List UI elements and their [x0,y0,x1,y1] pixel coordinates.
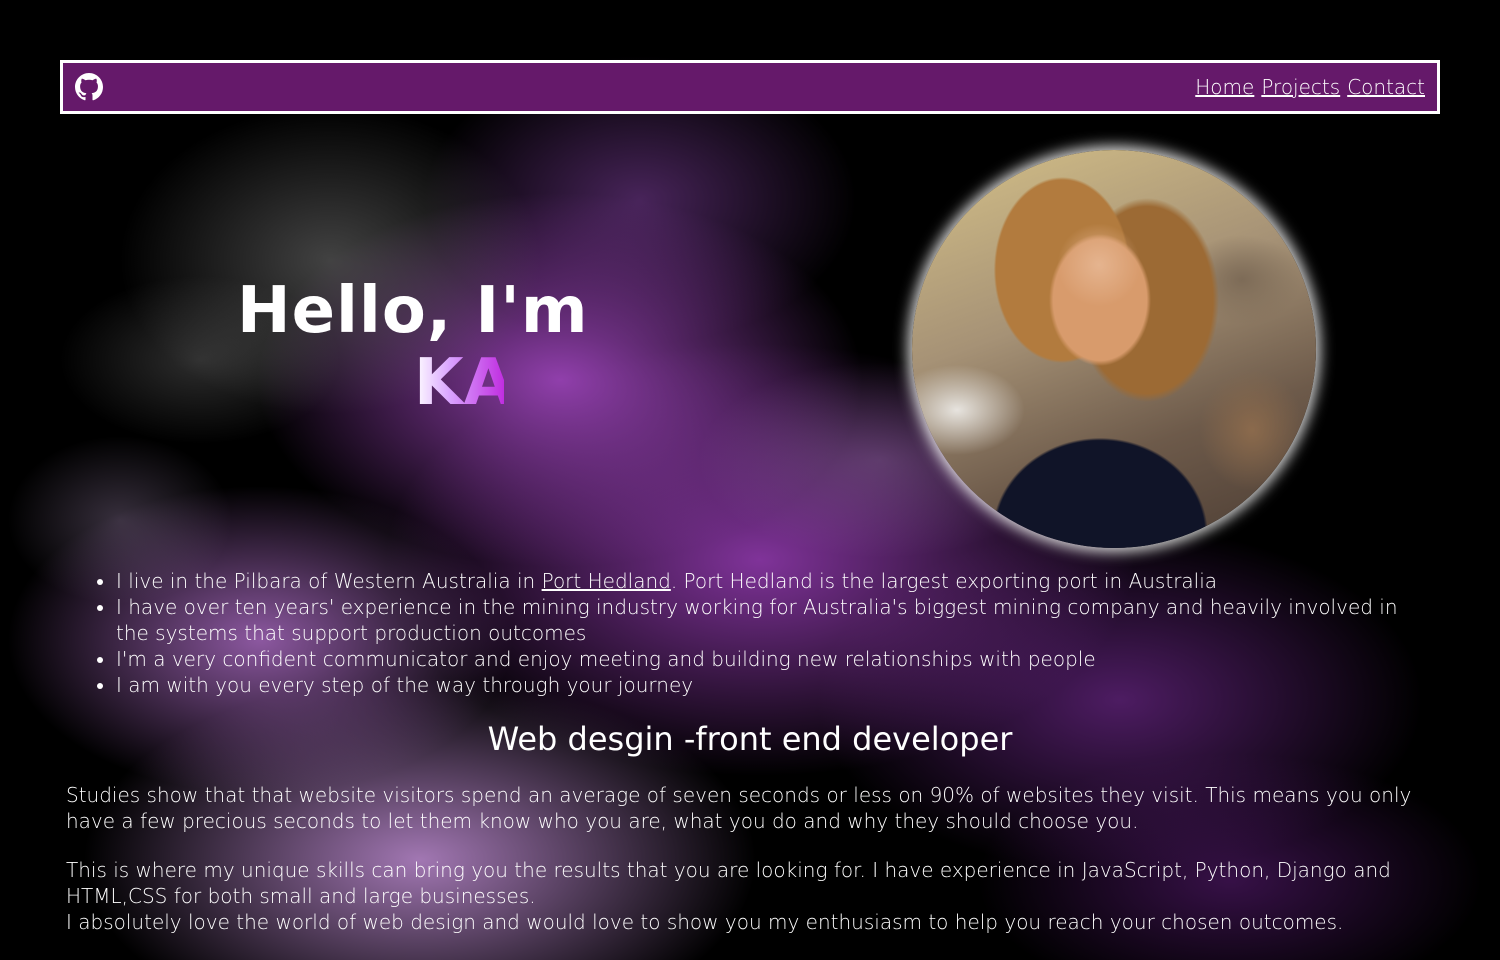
nav-home-link[interactable]: Home [1195,75,1254,99]
hero-greeting: Hello, I'm [237,274,589,348]
hero-typed-name: KA [414,346,504,420]
profile-photo [912,150,1316,548]
intro-paragraph: Studies show that that website visitors … [66,783,1412,833]
skills-paragraph: This is where my unique skills can bring… [66,858,1391,908]
nav-contact-link[interactable]: Contact [1347,75,1425,99]
about-list: I live in the Pilbara of Western Austral… [116,568,1416,698]
navbar: Home Projects Contact [60,60,1440,114]
nav-projects-link[interactable]: Projects [1261,75,1340,99]
port-hedland-link[interactable]: Port Hedland [542,569,671,593]
about-item: I live in the Pilbara of Western Austral… [116,568,1416,594]
github-icon [75,73,103,101]
about-item-text: I live in the Pilbara of Western Austral… [116,569,542,593]
section-title: Web desgin -front end developer [487,720,1013,758]
nav-links: Home Projects Contact [1195,75,1425,99]
github-link[interactable] [75,73,103,101]
about-item: I have over ten years' experience in the… [116,594,1416,646]
page-background: Home Projects Contact Hello, I'm KA I li… [0,0,1500,960]
about-item: I'm a very confident communicator and en… [116,646,1416,672]
about-item-text: . Port Hedland is the largest exporting … [670,569,1218,593]
about-item: I am with you every step of the way thro… [116,672,1416,698]
closing-paragraph: I absolutely love the world of web desig… [66,910,1344,934]
